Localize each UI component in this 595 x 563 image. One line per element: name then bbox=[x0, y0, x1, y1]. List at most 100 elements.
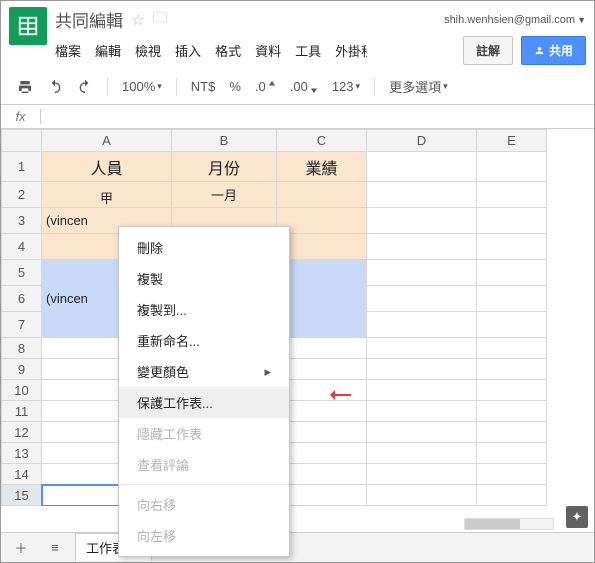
cell[interactable]: 一月 bbox=[172, 182, 277, 208]
more-options[interactable]: 更多選項 ▾ bbox=[385, 75, 452, 98]
menu-insert[interactable]: 插入 bbox=[175, 41, 201, 60]
cell[interactable] bbox=[367, 312, 477, 338]
cell[interactable] bbox=[477, 401, 547, 422]
cell[interactable] bbox=[277, 234, 367, 260]
cell[interactable] bbox=[477, 338, 547, 359]
menu-file[interactable]: 檔案 bbox=[55, 41, 81, 60]
row-header[interactable]: 8 bbox=[2, 338, 42, 359]
horizontal-scrollbar[interactable] bbox=[464, 518, 554, 530]
cell[interactable] bbox=[277, 260, 367, 286]
sheets-logo[interactable] bbox=[9, 7, 47, 45]
account-label[interactable]: shih.wenhsien@gmail.com ▼ bbox=[444, 14, 586, 26]
spreadsheet-grid[interactable]: A B C D E 1人員月份業績 2甲一月 3(vincen 4 5 6(vi… bbox=[1, 129, 594, 506]
cell[interactable] bbox=[477, 422, 547, 443]
menu-tools[interactable]: 工具 bbox=[295, 41, 321, 60]
row-header[interactable]: 6 bbox=[2, 286, 42, 312]
comments-button[interactable]: 註解 bbox=[463, 36, 513, 65]
ctx-rename[interactable]: 重新命名... bbox=[119, 325, 289, 356]
undo-icon[interactable] bbox=[43, 77, 67, 97]
cell[interactable] bbox=[277, 422, 367, 443]
row-header[interactable]: 11 bbox=[2, 401, 42, 422]
cell[interactable] bbox=[367, 208, 477, 234]
row-header[interactable]: 3 bbox=[2, 208, 42, 234]
row-header[interactable]: 15 bbox=[2, 485, 42, 506]
cell[interactable]: 業績 bbox=[277, 152, 367, 182]
cell[interactable] bbox=[277, 485, 367, 506]
share-button[interactable]: 共用 bbox=[521, 36, 586, 65]
col-header-c[interactable]: C bbox=[277, 130, 367, 152]
cell[interactable] bbox=[367, 359, 477, 380]
percent-format[interactable]: % bbox=[225, 77, 245, 96]
menu-format[interactable]: 格式 bbox=[215, 41, 241, 60]
folder-icon[interactable]: 🗀 bbox=[152, 7, 167, 32]
menu-edit[interactable]: 編輯 bbox=[95, 41, 121, 60]
col-header-b[interactable]: B bbox=[172, 130, 277, 152]
add-sheet-button[interactable]: ＋ bbox=[7, 536, 35, 560]
col-header-e[interactable]: E bbox=[477, 130, 547, 152]
menu-data[interactable]: 資料 bbox=[255, 41, 281, 60]
cell[interactable] bbox=[367, 422, 477, 443]
zoom-select[interactable]: 100% ▾ bbox=[118, 77, 166, 96]
all-sheets-button[interactable]: ≡ bbox=[41, 536, 69, 560]
cell[interactable] bbox=[367, 443, 477, 464]
cell[interactable] bbox=[367, 260, 477, 286]
cell[interactable] bbox=[477, 380, 547, 401]
cell[interactable] bbox=[477, 260, 547, 286]
cell[interactable] bbox=[477, 443, 547, 464]
row-header[interactable]: 14 bbox=[2, 464, 42, 485]
cell[interactable] bbox=[367, 380, 477, 401]
ctx-change-color[interactable]: 變更顏色▸ bbox=[119, 356, 289, 387]
row-header[interactable]: 5 bbox=[2, 260, 42, 286]
cell[interactable] bbox=[477, 359, 547, 380]
currency-format[interactable]: NT$ bbox=[187, 77, 220, 96]
cell[interactable] bbox=[367, 286, 477, 312]
star-icon[interactable]: ☆ bbox=[131, 11, 144, 29]
cell[interactable] bbox=[277, 286, 367, 312]
number-format[interactable]: 123▾ bbox=[328, 77, 364, 96]
cell[interactable] bbox=[367, 464, 477, 485]
cell[interactable] bbox=[477, 234, 547, 260]
cell[interactable]: 甲 bbox=[42, 182, 172, 208]
menu-addons[interactable]: 外掛程式 bbox=[335, 41, 367, 60]
cell[interactable] bbox=[477, 286, 547, 312]
cell[interactable]: 人員 bbox=[42, 152, 172, 182]
menu-view[interactable]: 檢視 bbox=[135, 41, 161, 60]
ctx-copy-to[interactable]: 複製到... bbox=[119, 294, 289, 325]
cell[interactable] bbox=[277, 208, 367, 234]
decimal-decrease[interactable]: .0 bbox=[251, 77, 280, 96]
decimal-increase[interactable]: .00 bbox=[286, 77, 322, 96]
row-header[interactable]: 7 bbox=[2, 312, 42, 338]
row-header[interactable]: 10 bbox=[2, 380, 42, 401]
row-header[interactable]: 12 bbox=[2, 422, 42, 443]
ctx-delete[interactable]: 刪除 bbox=[119, 232, 289, 263]
cell[interactable] bbox=[367, 182, 477, 208]
cell[interactable] bbox=[367, 401, 477, 422]
cell[interactable] bbox=[477, 208, 547, 234]
row-header[interactable]: 2 bbox=[2, 182, 42, 208]
row-header[interactable]: 9 bbox=[2, 359, 42, 380]
cell[interactable] bbox=[367, 234, 477, 260]
col-header-d[interactable]: D bbox=[367, 130, 477, 152]
cell[interactable] bbox=[277, 464, 367, 485]
cell[interactable] bbox=[277, 443, 367, 464]
cell[interactable] bbox=[277, 338, 367, 359]
cell[interactable] bbox=[367, 485, 477, 506]
cell[interactable] bbox=[367, 338, 477, 359]
cell[interactable] bbox=[477, 312, 547, 338]
cell[interactable] bbox=[367, 152, 477, 182]
ctx-protect-sheet[interactable]: 保護工作表... bbox=[119, 387, 289, 418]
col-header-a[interactable]: A bbox=[42, 130, 172, 152]
document-title[interactable]: 共同編輯 bbox=[55, 7, 123, 32]
redo-icon[interactable] bbox=[73, 77, 97, 97]
select-all-cell[interactable] bbox=[2, 130, 42, 152]
ctx-copy[interactable]: 複製 bbox=[119, 263, 289, 294]
cell[interactable] bbox=[477, 152, 547, 182]
row-header[interactable]: 13 bbox=[2, 443, 42, 464]
print-icon[interactable] bbox=[13, 77, 37, 97]
row-header[interactable]: 1 bbox=[2, 152, 42, 182]
cell[interactable] bbox=[277, 380, 367, 401]
cell[interactable] bbox=[277, 312, 367, 338]
cell[interactable] bbox=[277, 182, 367, 208]
cell[interactable] bbox=[477, 485, 547, 506]
row-header[interactable]: 4 bbox=[2, 234, 42, 260]
